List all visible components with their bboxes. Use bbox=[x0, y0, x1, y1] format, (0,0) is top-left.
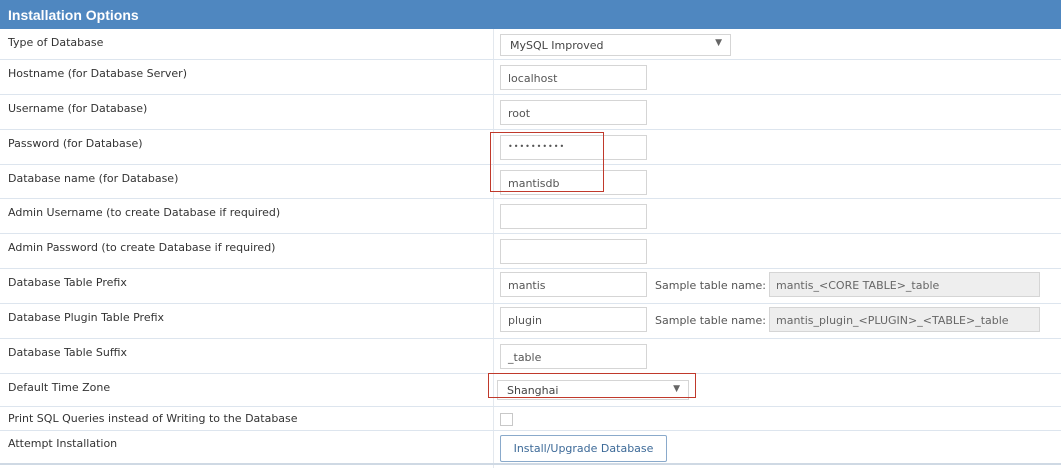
plugin-prefix-sample-value: mantis_plugin_<PLUGIN>_<TABLE>_table bbox=[769, 307, 1040, 332]
row-table-suffix: Database Table Suffix _table bbox=[0, 339, 1061, 374]
admin-username-label: Admin Username (to create Database if re… bbox=[8, 206, 281, 219]
column-divider bbox=[493, 339, 494, 373]
plugin-prefix-sample-label: Sample table name: bbox=[655, 314, 766, 327]
db-type-select[interactable]: MySQL Improved ▼ bbox=[500, 34, 731, 56]
install-upgrade-button[interactable]: Install/Upgrade Database bbox=[500, 435, 667, 462]
print-sql-checkbox[interactable] bbox=[500, 413, 513, 426]
plugin-prefix-input[interactable]: plugin bbox=[500, 307, 647, 332]
row-username: Username (for Database) root bbox=[0, 95, 1061, 130]
column-divider bbox=[493, 374, 494, 406]
column-divider bbox=[493, 304, 494, 338]
row-admin-username: Admin Username (to create Database if re… bbox=[0, 199, 1061, 234]
row-timezone: Default Time Zone Shanghai ▼ bbox=[0, 374, 1061, 407]
print-sql-label: Print SQL Queries instead of Writing to … bbox=[8, 412, 298, 425]
admin-password-input[interactable] bbox=[500, 239, 647, 264]
timezone-select[interactable]: Shanghai ▼ bbox=[497, 380, 689, 400]
column-divider bbox=[493, 130, 494, 164]
row-db-name: Database name (for Database) mantisdb bbox=[0, 165, 1061, 199]
password-input[interactable]: •••••••••• bbox=[500, 135, 647, 160]
timezone-label: Default Time Zone bbox=[8, 381, 111, 394]
timezone-value: Shanghai bbox=[507, 384, 559, 397]
row-password: Password (for Database) •••••••••• bbox=[0, 130, 1061, 165]
row-print-sql: Print SQL Queries instead of Writing to … bbox=[0, 407, 1061, 431]
row-table-prefix: Database Table Prefix mantis Sample tabl… bbox=[0, 269, 1061, 304]
column-divider bbox=[493, 60, 494, 94]
row-admin-password: Admin Password (to create Database if re… bbox=[0, 234, 1061, 269]
table-prefix-label: Database Table Prefix bbox=[8, 276, 127, 289]
plugin-prefix-label: Database Plugin Table Prefix bbox=[8, 311, 165, 324]
column-divider bbox=[493, 269, 494, 303]
column-divider bbox=[493, 407, 494, 430]
table-prefix-input[interactable]: mantis bbox=[500, 272, 647, 297]
username-input[interactable]: root bbox=[500, 100, 647, 125]
table-prefix-sample-value: mantis_<CORE TABLE>_table bbox=[769, 272, 1040, 297]
table-suffix-input[interactable]: _table bbox=[500, 344, 647, 369]
row-db-type: Type of Database MySQL Improved ▼ bbox=[0, 29, 1061, 60]
table-suffix-label: Database Table Suffix bbox=[8, 346, 128, 359]
table-prefix-sample-label: Sample table name: bbox=[655, 279, 766, 292]
panel-title: Installation Options bbox=[0, 0, 1061, 29]
column-divider bbox=[493, 234, 494, 268]
db-name-input[interactable]: mantisdb bbox=[500, 170, 647, 195]
admin-username-input[interactable] bbox=[500, 204, 647, 229]
chevron-down-icon: ▼ bbox=[673, 384, 680, 394]
install-label: Attempt Installation bbox=[8, 437, 118, 450]
installation-options-panel: Installation Options Type of Database My… bbox=[0, 0, 1061, 468]
column-divider bbox=[493, 95, 494, 129]
db-type-label: Type of Database bbox=[8, 36, 104, 49]
row-hostname: Hostname (for Database Server) localhost bbox=[0, 60, 1061, 95]
hostname-input[interactable]: localhost bbox=[500, 65, 647, 90]
admin-password-label: Admin Password (to create Database if re… bbox=[8, 241, 276, 254]
column-divider bbox=[493, 165, 494, 198]
db-name-label: Database name (for Database) bbox=[8, 172, 179, 185]
password-label: Password (for Database) bbox=[8, 137, 143, 150]
username-label: Username (for Database) bbox=[8, 102, 148, 115]
panel-bottom-border bbox=[0, 463, 1061, 465]
hostname-label: Hostname (for Database Server) bbox=[8, 67, 187, 80]
chevron-down-icon: ▼ bbox=[715, 38, 722, 48]
column-divider bbox=[493, 29, 494, 59]
column-divider bbox=[493, 199, 494, 233]
row-plugin-prefix: Database Plugin Table Prefix plugin Samp… bbox=[0, 304, 1061, 339]
db-type-value: MySQL Improved bbox=[510, 39, 604, 52]
